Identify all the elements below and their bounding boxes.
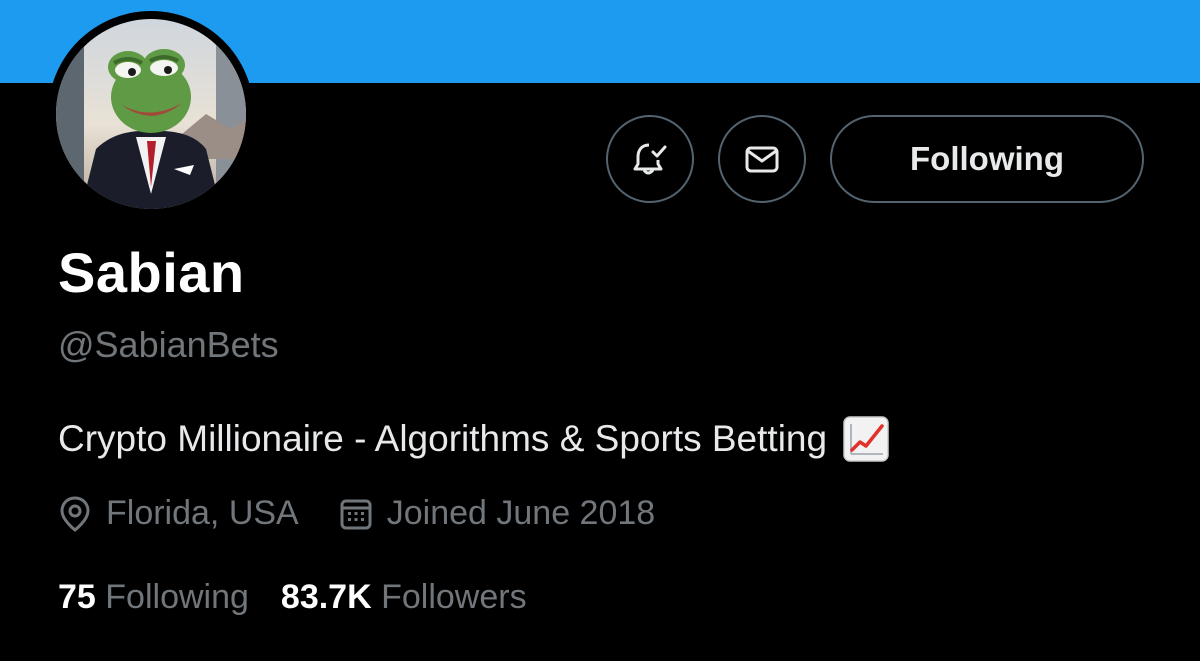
following-stat-link[interactable]: 75 Following (58, 578, 249, 617)
notifications-button[interactable] (606, 115, 694, 203)
location: Florida, USA (58, 494, 299, 533)
chart-increasing-icon (843, 416, 889, 462)
following-button-label: Following (910, 140, 1064, 177)
profile-meta: Florida, USA Joined June 2018 (58, 494, 695, 533)
avatar-frame[interactable] (48, 11, 254, 217)
bio-text: Crypto Millionaire - Algorithms & Sports… (58, 418, 828, 459)
following-button[interactable]: Following (830, 115, 1144, 203)
followers-stat-label: Followers (381, 578, 527, 616)
following-count: 75 (58, 578, 96, 616)
calendar-icon (340, 499, 372, 529)
message-button[interactable] (718, 115, 806, 203)
avatar[interactable] (56, 19, 246, 209)
location-pin-icon (60, 495, 90, 532)
location-text: Florida, USA (106, 494, 299, 532)
profile-bio: Crypto Millionaire - Algorithms & Sports… (58, 416, 889, 462)
join-date: Joined June 2018 (339, 494, 655, 533)
profile-stats: 75 Following 83.7K Followers (58, 578, 559, 617)
display-name: Sabian (58, 241, 245, 304)
followers-count: 83.7K (280, 578, 372, 616)
bell-check-icon (633, 143, 667, 175)
envelope-icon (745, 146, 779, 173)
profile-handle: @SabianBets (58, 324, 279, 365)
following-stat-label: Following (105, 578, 249, 616)
followers-stat-link[interactable]: 83.7K Followers (281, 578, 527, 617)
join-date-text: Joined June 2018 (386, 494, 656, 532)
profile-page: Following Sabian @SabianBets Crypto Mill… (0, 0, 1200, 661)
